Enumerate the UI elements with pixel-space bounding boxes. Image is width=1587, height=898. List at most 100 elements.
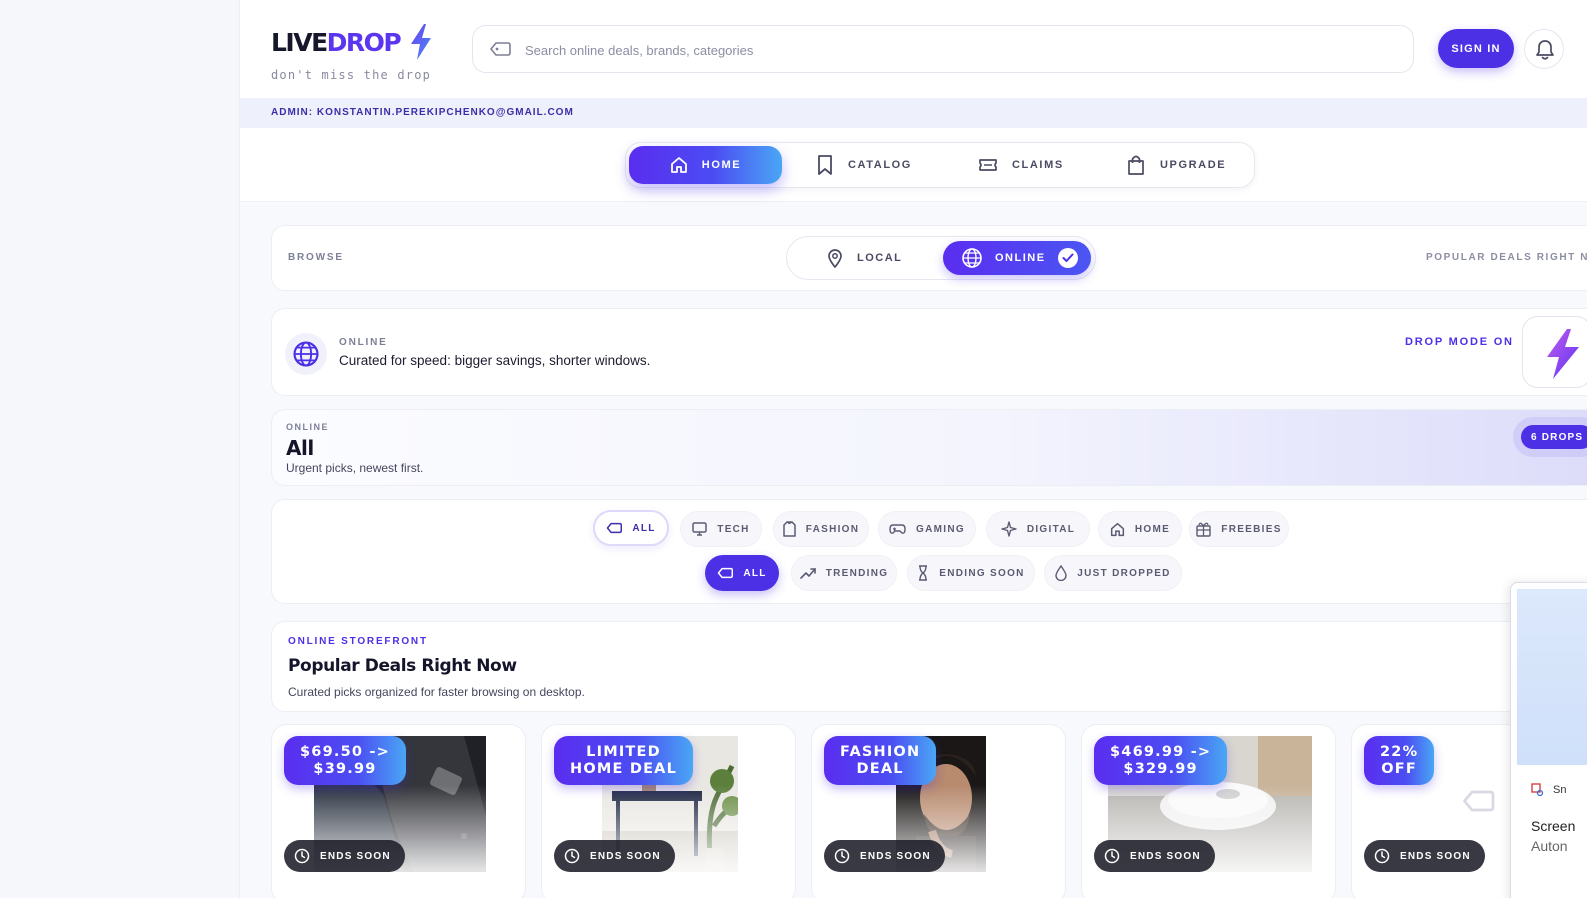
category-banner: ONLINE All Urgent picks, newest first. 6…: [271, 409, 1587, 486]
toggle-online[interactable]: ONLINE: [943, 241, 1091, 275]
search-bar[interactable]: [472, 25, 1414, 73]
globe-icon: [285, 333, 327, 375]
chip-label: FASHION: [805, 523, 860, 535]
main-nav: HOME CATALOG CLAIMS UPGRADE: [625, 142, 1255, 188]
shirt-icon: [782, 521, 796, 537]
category-chip-digital[interactable]: DIGITAL: [986, 511, 1090, 547]
popular-deals-label: POPULAR DEALS RIGHT N: [1426, 252, 1587, 263]
price-badge: $469.99 -> $329.99: [1094, 736, 1228, 785]
nav-strip: HOME CATALOG CLAIMS UPGRADE: [240, 128, 1587, 202]
banner-subtitle: Urgent picks, newest first.: [286, 461, 424, 475]
clock-icon: [294, 848, 310, 864]
notification-popup[interactable]: Sn Screen Auton: [1510, 582, 1587, 898]
logo[interactable]: LIVEDROP: [271, 28, 402, 57]
chip-label: HOME: [1134, 523, 1171, 535]
ends-soon-badge: ENDS SOON: [554, 840, 675, 872]
nav-tab-claims[interactable]: CLAIMS: [978, 146, 1088, 184]
tag-icon: [718, 567, 734, 579]
admin-email: ADMIN: KONSTANTIN.PEREKIPCHENKO@GMAIL.CO…: [271, 107, 574, 118]
nav-tab-label: CLAIMS: [1012, 159, 1064, 171]
sign-in-button[interactable]: SIGN IN: [1438, 29, 1514, 68]
tag-icon: [1463, 790, 1495, 812]
storefront-header: ONLINE STOREFRONT Popular Deals Right No…: [271, 621, 1587, 712]
left-gutter: [0, 0, 240, 898]
category-chip-fashion[interactable]: FASHION: [773, 511, 869, 547]
nav-tab-home[interactable]: HOME: [629, 146, 782, 184]
ends-soon-badge: ENDS SOON: [1364, 840, 1485, 872]
lightning-icon: [1547, 329, 1579, 379]
gamepad-icon: [889, 524, 906, 534]
ends-soon-badge: ENDS SOON: [824, 840, 945, 872]
discount-badge: 22% OFF: [1364, 736, 1435, 785]
bookmark-icon: [818, 155, 832, 175]
droplet-icon: [1055, 565, 1067, 581]
sort-chip-all[interactable]: ALL: [705, 555, 779, 591]
ends-soon-label: ENDS SOON: [320, 850, 391, 862]
banner-kicker: ONLINE: [286, 422, 330, 432]
popup-app-row: Sn: [1531, 783, 1566, 797]
clock-icon: [1374, 848, 1390, 864]
check-icon: [1057, 248, 1078, 268]
browse-label: BROWSE: [288, 252, 344, 263]
category-chip-gaming[interactable]: GAMING: [878, 511, 976, 547]
storefront-kicker: ONLINE STOREFRONT: [288, 636, 428, 647]
promo-badge: LIMITED HOME DEAL: [554, 736, 694, 785]
popup-subtitle: Auton: [1531, 838, 1568, 854]
ends-soon-badge: ENDS SOON: [284, 840, 405, 872]
hourglass-icon: [919, 565, 928, 581]
deal-card[interactable]: FASHION DEAL ENDS SOON: [811, 724, 1066, 898]
storefront-subtitle: Curated picks organized for faster brows…: [288, 685, 585, 699]
tagline: don't miss the drop: [271, 68, 432, 82]
chip-label: GAMING: [916, 523, 965, 535]
popup-title: Screen: [1531, 818, 1576, 834]
map-pin-icon: [828, 249, 842, 268]
category-chip-tech[interactable]: TECH: [680, 511, 762, 547]
category-chip-home[interactable]: HOME: [1098, 511, 1182, 547]
ends-soon-label: ENDS SOON: [590, 850, 661, 862]
bell-icon: [1536, 40, 1554, 60]
home-icon: [670, 157, 687, 173]
chip-label: TECH: [717, 523, 750, 535]
header: LIVEDROP don't miss the drop SIGN IN: [240, 0, 1587, 98]
nav-tab-catalog[interactable]: CATALOG: [816, 146, 936, 184]
logo-live: LIVE: [271, 28, 328, 57]
ends-soon-label: ENDS SOON: [1400, 850, 1471, 862]
trending-up-icon: [799, 568, 816, 579]
deal-card[interactable]: $469.99 -> $329.99 ENDS SOON: [1081, 724, 1336, 898]
tag-icon: [490, 42, 511, 56]
toggle-local[interactable]: LOCAL: [827, 241, 927, 275]
ends-soon-badge: ENDS SOON: [1094, 840, 1215, 872]
ends-soon-label: ENDS SOON: [1130, 850, 1201, 862]
mode-description: Curated for speed: bigger savings, short…: [339, 353, 651, 368]
deal-card[interactable]: LIMITED HOME DEAL ENDS SOON: [541, 724, 796, 898]
nav-tab-label: UPGRADE: [1160, 159, 1227, 171]
chip-label: TRENDING: [825, 567, 889, 579]
ends-soon-label: ENDS SOON: [860, 850, 931, 862]
clock-icon: [1104, 848, 1120, 864]
category-chip-freebies[interactable]: FREEBIES: [1189, 511, 1289, 547]
nav-tab-label: CATALOG: [848, 159, 912, 171]
chip-label: FREEBIES: [1221, 523, 1282, 535]
local-online-toggle: LOCAL ONLINE: [786, 236, 1096, 280]
logo-drop: DROP: [326, 28, 402, 57]
clock-icon: [834, 848, 850, 864]
category-chip-all[interactable]: ALL: [593, 510, 669, 546]
drop-mode-toggle[interactable]: [1522, 316, 1587, 388]
search-input[interactable]: [525, 38, 1385, 62]
sort-chip-trending[interactable]: TRENDING: [791, 555, 897, 591]
monitor-icon: [692, 522, 708, 536]
browse-card: BROWSE LOCAL ONLINE POPULAR DEALS RIGHT …: [271, 225, 1587, 291]
sparkle-icon: [1001, 521, 1017, 537]
nav-tab-upgrade[interactable]: UPGRADE: [1126, 146, 1246, 184]
notifications-button[interactable]: [1524, 29, 1564, 69]
drop-mode-label: DROP MODE ON: [1405, 336, 1514, 348]
sort-chip-ending-soon[interactable]: ENDING SOON: [907, 555, 1035, 591]
sort-chip-just-dropped[interactable]: JUST DROPPED: [1044, 555, 1182, 591]
shopping-bag-icon: [1128, 155, 1144, 175]
gift-icon: [1196, 522, 1211, 537]
deal-card[interactable]: $69.50 -> $39.99 ENDS SOON: [271, 724, 526, 898]
clock-icon: [564, 848, 580, 864]
lightning-icon: [411, 24, 431, 60]
screenshot-preview: [1517, 589, 1587, 765]
filter-card: ALL TECH FASHION GAMING DIGITAL HOME FRE…: [271, 499, 1587, 604]
